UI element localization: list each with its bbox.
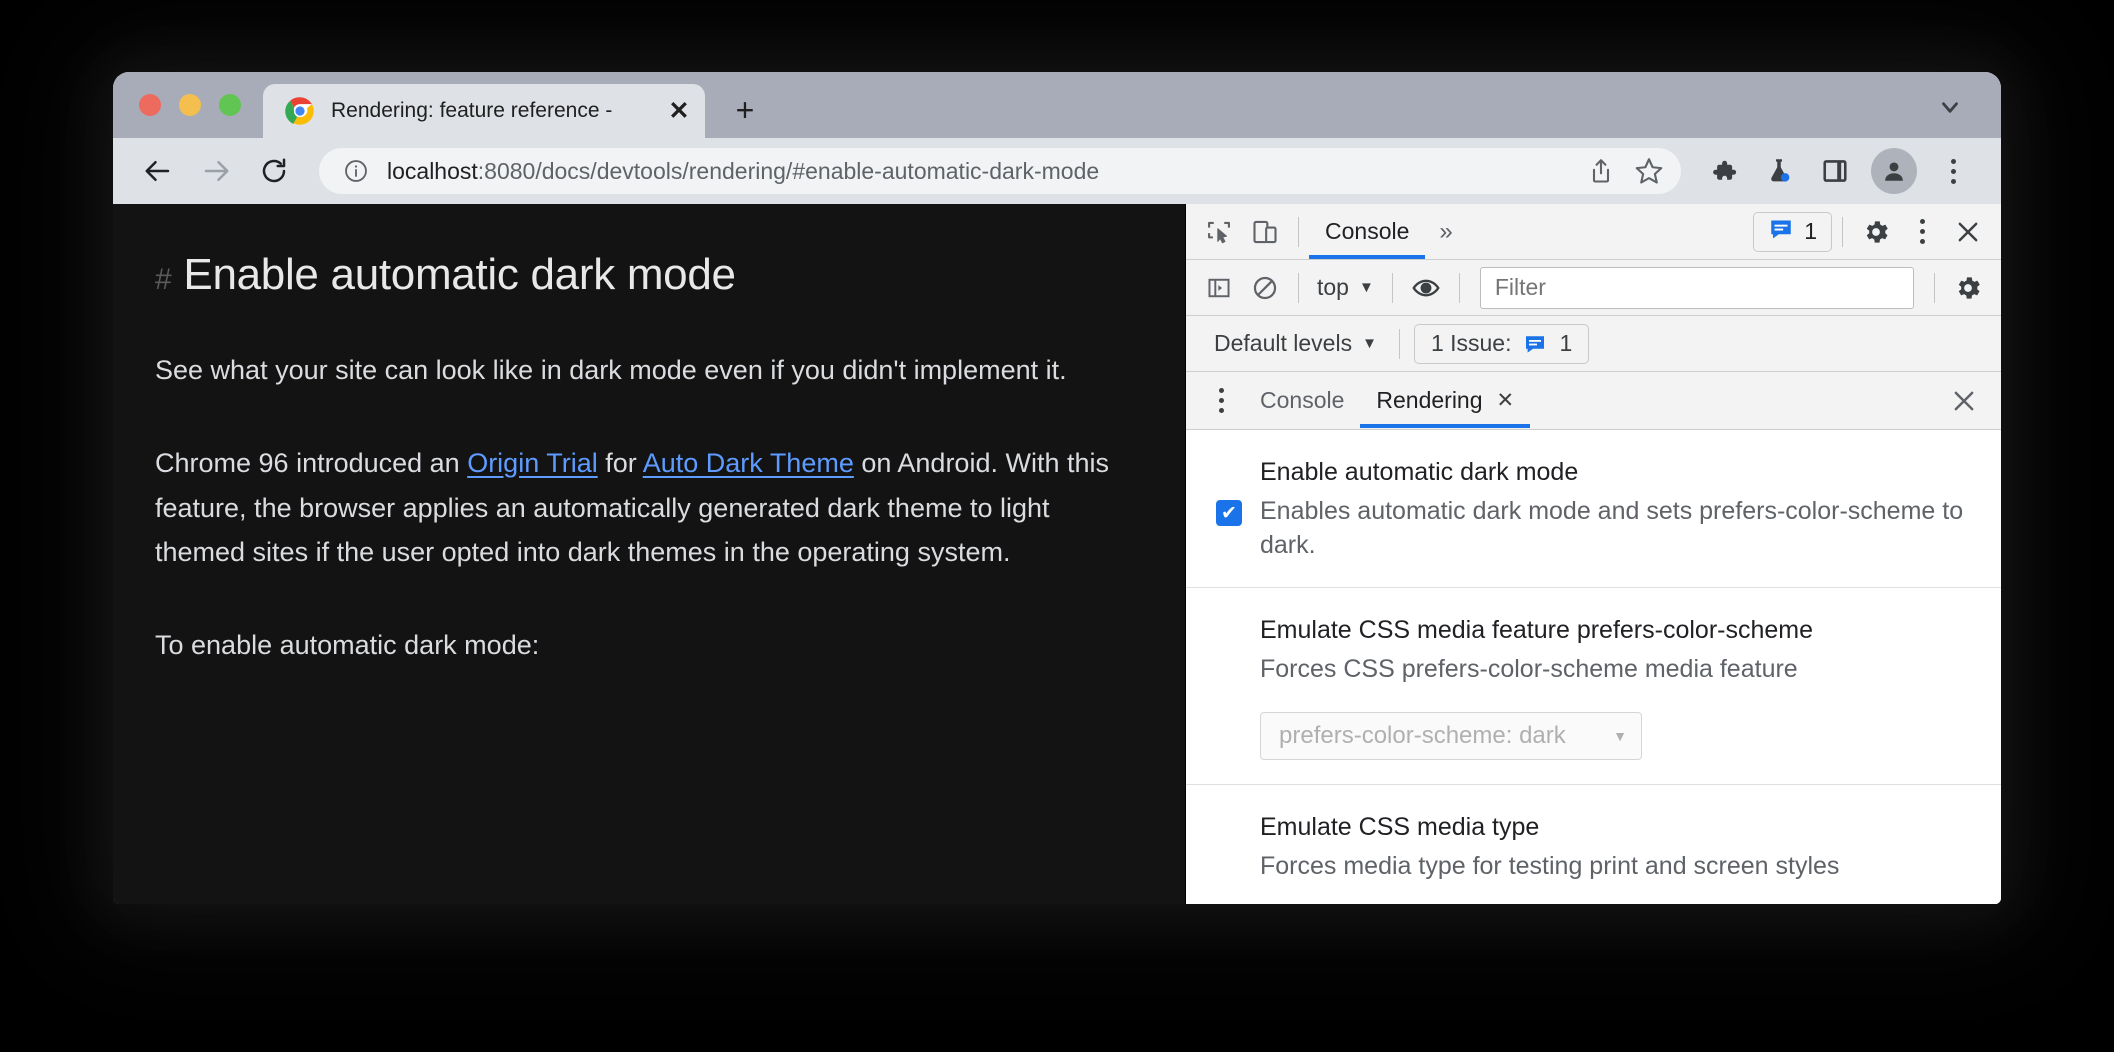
star-icon[interactable]	[1625, 147, 1673, 195]
auto-dark-theme-link[interactable]: Auto Dark Theme	[643, 448, 854, 478]
console-levels-toolbar: Default levels ▼ 1 Issue: 1	[1186, 316, 2001, 372]
drawer-tab-rendering-label: Rendering	[1376, 387, 1483, 413]
page-paragraph-3: To enable automatic dark mode:	[155, 630, 540, 661]
console-divider-2	[1391, 272, 1393, 303]
three-dot-menu-icon[interactable]	[1198, 378, 1244, 424]
setting-description: Enables automatic dark mode and sets pre…	[1260, 496, 1964, 560]
back-arrow-icon[interactable]	[131, 144, 185, 198]
console-sidebar-icon[interactable]	[1196, 265, 1242, 311]
issue-count-chip[interactable]: 1 Issue: 1	[1413, 323, 1590, 364]
puzzle-piece-icon[interactable]	[1697, 145, 1749, 197]
info-circle-icon[interactable]	[343, 158, 369, 184]
setting-description: Forces CSS prefers-color-scheme media fe…	[1260, 654, 1798, 683]
page-content: # Enable automatic dark mode See what yo…	[113, 204, 1185, 904]
flask-icon[interactable]	[1753, 145, 1805, 197]
browser-toolbar: localhost:8080/docs/devtools/rendering/#…	[113, 138, 2001, 204]
log-levels-label: Default levels	[1214, 330, 1353, 356]
para2-mid: for	[597, 447, 643, 478]
page-paragraph-2: Chrome 96 introduced an Origin Trial for…	[155, 441, 1110, 575]
issues-message-icon	[1523, 332, 1547, 356]
setting-description: Forces media type for testing print and …	[1260, 851, 1840, 880]
page-title: # Enable automatic dark mode	[155, 250, 1145, 300]
issues-message-icon	[1768, 216, 1794, 247]
console-divider-3	[1458, 272, 1460, 303]
window-close-button[interactable]	[139, 94, 161, 116]
inspect-element-icon[interactable]	[1196, 209, 1242, 255]
clear-console-icon[interactable]	[1242, 265, 1288, 311]
address-bar[interactable]: localhost:8080/docs/devtools/rendering/#…	[319, 148, 1681, 194]
anchor-link-icon[interactable]: #	[155, 263, 172, 297]
devtools-tab-console[interactable]: Console	[1309, 204, 1426, 259]
rendering-panel: ✔ Enable automatic dark mode Enables aut…	[1186, 430, 2001, 904]
console-divider-1	[1298, 272, 1299, 303]
toolbar-divider	[1298, 216, 1299, 247]
window-minimize-button[interactable]	[179, 94, 201, 116]
setting-title: Emulate CSS media feature prefers-color-…	[1260, 615, 1814, 644]
devtools-tabs-overflow[interactable]: »	[1425, 218, 1466, 246]
browser-window: Rendering: feature reference - ✕ + local…	[113, 72, 2001, 904]
forward-arrow-icon[interactable]	[189, 144, 243, 198]
caret-down-icon: ▼	[1613, 728, 1627, 744]
reload-icon[interactable]	[247, 144, 301, 198]
issue-chip-count: 1	[1559, 330, 1573, 356]
filter-input[interactable]: Filter	[1479, 266, 1914, 309]
device-toolbar-icon[interactable]	[1242, 209, 1288, 255]
setting-emulate-prefers-color-scheme: Emulate CSS media feature prefers-color-…	[1186, 588, 2001, 785]
viewport: # Enable automatic dark mode See what yo…	[113, 204, 2001, 904]
drawer-tab-console[interactable]: Console	[1244, 373, 1360, 428]
setting-title: Emulate CSS media type	[1260, 813, 1540, 841]
url-host: localhost	[387, 157, 478, 184]
issues-badge[interactable]: 1	[1753, 211, 1832, 252]
tab-strip: Rendering: feature reference - ✕ +	[113, 72, 2001, 138]
toolbar-divider-2	[1842, 216, 1843, 247]
drawer-tab-close-button[interactable]: ✕	[1497, 388, 1515, 413]
avatar[interactable]	[1871, 148, 1917, 194]
chevron-down-icon[interactable]	[1927, 84, 1973, 130]
para2-pre: Chrome 96 introduced an	[155, 447, 468, 478]
levels-divider	[1398, 328, 1400, 359]
url-text: localhost:8080/docs/devtools/rendering/#…	[387, 158, 1577, 185]
caret-down-icon: ▼	[1362, 335, 1377, 352]
close-icon[interactable]	[1941, 378, 1987, 424]
gear-icon[interactable]	[1853, 209, 1899, 255]
issue-chip-label: 1 Issue:	[1430, 330, 1512, 356]
setting-enable-automatic-dark-mode: ✔ Enable automatic dark mode Enables aut…	[1186, 430, 2001, 588]
window-controls	[139, 72, 263, 138]
drawer-tab-rendering[interactable]: Rendering ✕	[1360, 373, 1530, 428]
three-dot-menu-icon[interactable]	[1899, 209, 1945, 255]
execution-context-selector[interactable]: top ▼	[1309, 274, 1382, 301]
setting-title: Enable automatic dark mode	[1260, 458, 1579, 486]
gear-icon[interactable]	[1945, 265, 1991, 311]
window-maximize-button[interactable]	[219, 94, 241, 116]
select-value: prefers-color-scheme: dark	[1279, 722, 1566, 749]
url-path: :8080/docs/devtools/rendering/#enable-au…	[477, 157, 1100, 184]
live-expression-icon[interactable]	[1403, 265, 1449, 311]
chrome-logo-icon	[285, 96, 315, 126]
page-title-text: Enable automatic dark mode	[183, 250, 736, 299]
side-panel-icon[interactable]	[1809, 145, 1861, 197]
three-dot-menu-icon[interactable]	[1927, 145, 1979, 197]
console-filter-toolbar: top ▼ Filter	[1186, 260, 2001, 316]
prefers-color-scheme-select[interactable]: prefers-color-scheme: dark ▼	[1260, 712, 1642, 760]
execution-context-label: top	[1317, 274, 1349, 300]
origin-trial-link[interactable]: Origin Trial	[467, 448, 598, 478]
tab-title: Rendering: feature reference -	[331, 99, 613, 122]
filter-placeholder: Filter	[1494, 274, 1546, 300]
tab-close-button[interactable]: ✕	[661, 93, 697, 129]
log-levels-selector[interactable]: Default levels ▼	[1206, 330, 1385, 357]
new-tab-button[interactable]: +	[719, 84, 771, 136]
browser-tab[interactable]: Rendering: feature reference - ✕	[263, 84, 705, 138]
caret-down-icon: ▼	[1358, 279, 1374, 296]
devtools-main-toolbar: Console » 1	[1186, 204, 2001, 260]
close-icon[interactable]	[1945, 209, 1991, 255]
auto-dark-mode-checkbox[interactable]: ✔	[1216, 500, 1242, 526]
issues-count: 1	[1804, 218, 1817, 244]
drawer-tab-bar: Console Rendering ✕	[1186, 372, 2001, 430]
page-paragraph-1: See what your site can look like in dark…	[155, 355, 1067, 385]
share-icon[interactable]	[1577, 147, 1625, 195]
devtools-panel: Console » 1 top ▼ Filter Default levels …	[1185, 204, 2001, 904]
console-divider-4	[1934, 272, 1935, 303]
setting-emulate-css-media-type: Emulate CSS media type Forces media type…	[1186, 785, 2001, 904]
